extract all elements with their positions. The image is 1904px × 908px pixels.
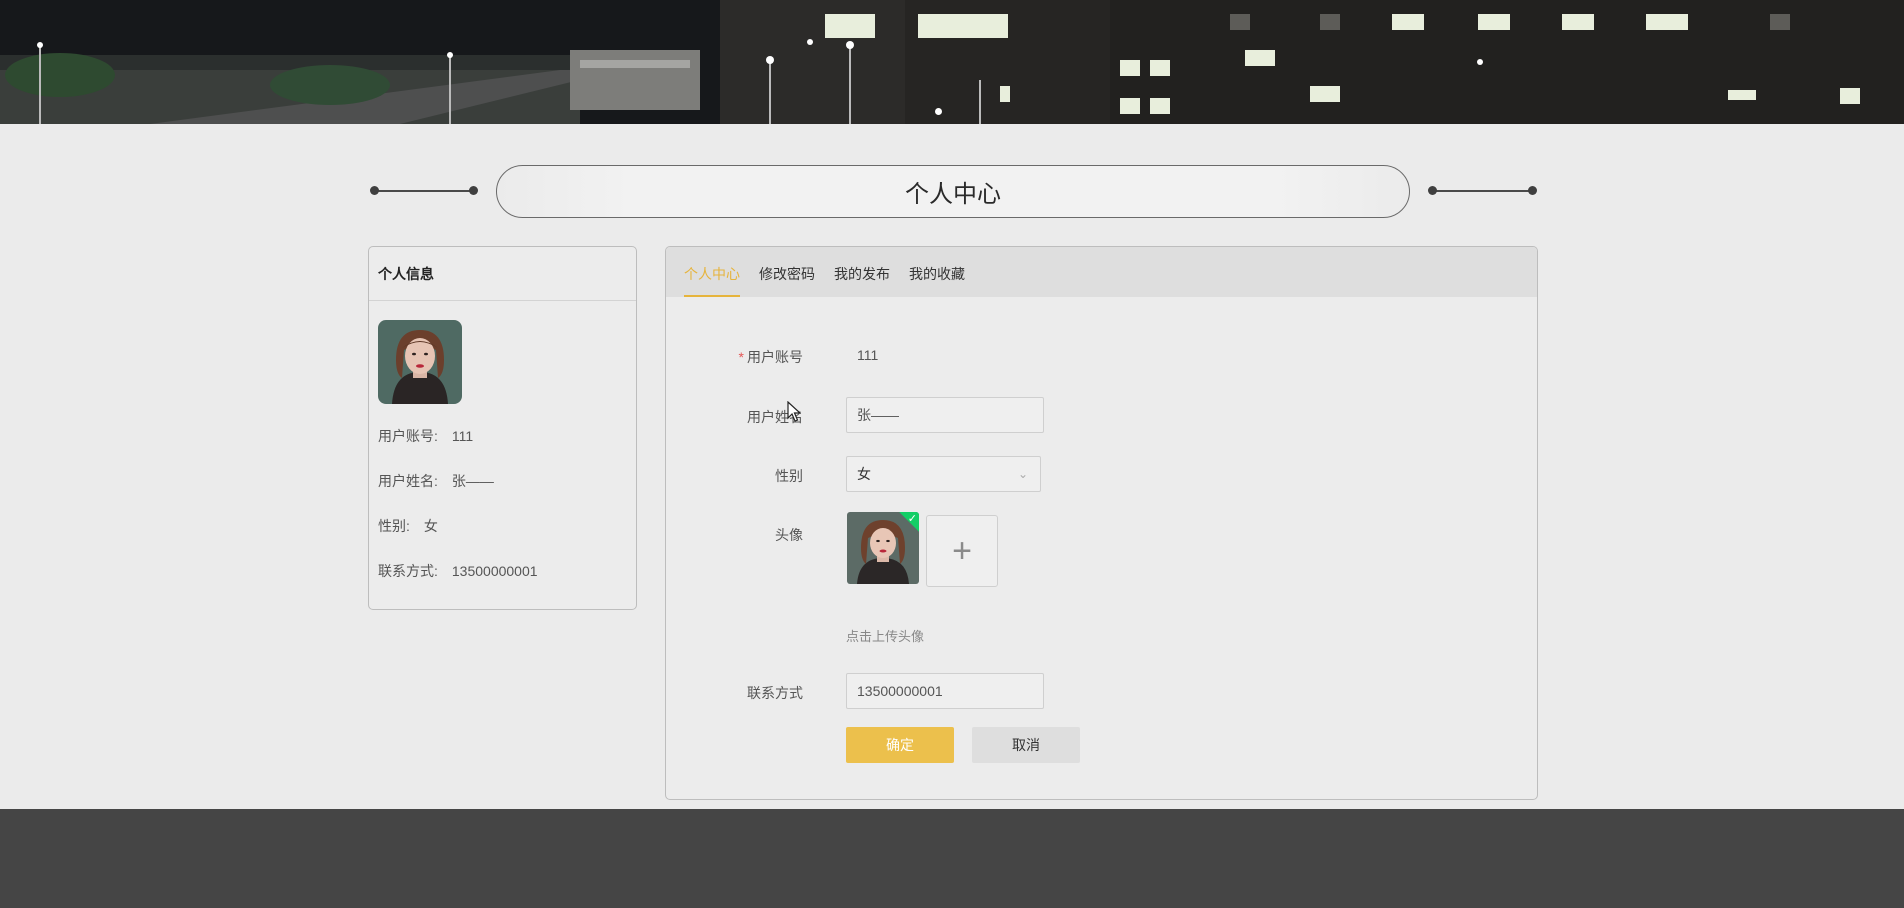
- info-value: 女: [423, 518, 438, 534]
- tab-my-posts[interactable]: 我的发布: [834, 247, 890, 297]
- profile-summary-card: 个人信息 用户账号: 111 用户姓名: 张—— 性别: 女 联系方式: 1350000…: [368, 246, 637, 610]
- avatar: [378, 320, 462, 404]
- page-title: 个人中心: [496, 165, 1410, 218]
- title-decor-dot: [370, 186, 379, 195]
- cancel-button[interactable]: 取消: [972, 727, 1080, 763]
- info-value: 13500000001: [451, 563, 538, 579]
- upload-hint[interactable]: 点击上传头像: [846, 626, 924, 645]
- uploaded-avatar-thumbnail[interactable]: ✓: [847, 512, 919, 584]
- chevron-down-icon: ⌄: [1017, 467, 1028, 481]
- gender-select[interactable]: 女 ⌄: [846, 456, 1041, 492]
- account-value: 111: [857, 347, 879, 363]
- mouse-pointer-icon: [787, 401, 801, 422]
- page-footer: [0, 809, 1904, 908]
- profile-summary-row-gender: 性别: 女: [378, 516, 438, 536]
- upload-add-button[interactable]: +: [926, 515, 998, 587]
- tab-change-password[interactable]: 修改密码: [759, 247, 815, 297]
- profile-summary-row-account: 用户账号: 111: [378, 426, 473, 446]
- info-value: 张——: [451, 473, 494, 489]
- page-title-text: 个人中心: [905, 181, 1001, 208]
- info-label: 用户账号:: [378, 428, 438, 444]
- check-icon: ✓: [907, 513, 917, 525]
- info-label: 性别:: [378, 518, 410, 534]
- banner-image: [0, 0, 1904, 124]
- title-decor-dot: [469, 186, 478, 195]
- account-label-text: 用户账号: [747, 349, 803, 365]
- plus-icon: +: [952, 531, 972, 570]
- info-label: 联系方式:: [378, 563, 438, 579]
- avatar-portrait-icon: [378, 320, 462, 404]
- phone-field[interactable]: [846, 673, 1044, 709]
- name-label: 用户姓名: [747, 409, 803, 425]
- name-field[interactable]: [846, 397, 1044, 433]
- title-decor-dot: [1528, 186, 1537, 195]
- profile-summary-row-name: 用户姓名: 张——: [378, 471, 494, 491]
- tab-my-favorites[interactable]: 我的收藏: [909, 247, 965, 297]
- profile-summary-heading: 个人信息: [369, 247, 636, 301]
- avatar-label: 头像: [775, 527, 803, 543]
- tab-personal-center[interactable]: 个人中心: [684, 247, 740, 297]
- tab-bar: 个人中心 修改密码 我的发布 我的收藏: [666, 247, 1537, 297]
- banner-illustration: [0, 0, 1904, 124]
- title-decor-line-right: [1432, 190, 1535, 192]
- title-decor-dot: [1428, 186, 1437, 195]
- required-mark: *: [738, 349, 744, 365]
- info-value: 111: [451, 428, 474, 444]
- phone-label: 联系方式: [747, 685, 803, 701]
- account-label: * 用户账号: [683, 347, 803, 367]
- profile-edit-card: 个人中心 修改密码 我的发布 我的收藏 *用户账号 111 用户姓名 性别 女 …: [665, 246, 1538, 800]
- info-label: 用户姓名:: [378, 473, 438, 489]
- gender-select-value: 女: [857, 466, 871, 482]
- profile-summary-row-phone: 联系方式: 13500000001: [378, 561, 538, 581]
- title-decor-line-left: [373, 190, 473, 192]
- confirm-button[interactable]: 确定: [846, 727, 954, 763]
- gender-label: 性别: [775, 468, 803, 484]
- carousel-indicator[interactable]: [935, 108, 942, 115]
